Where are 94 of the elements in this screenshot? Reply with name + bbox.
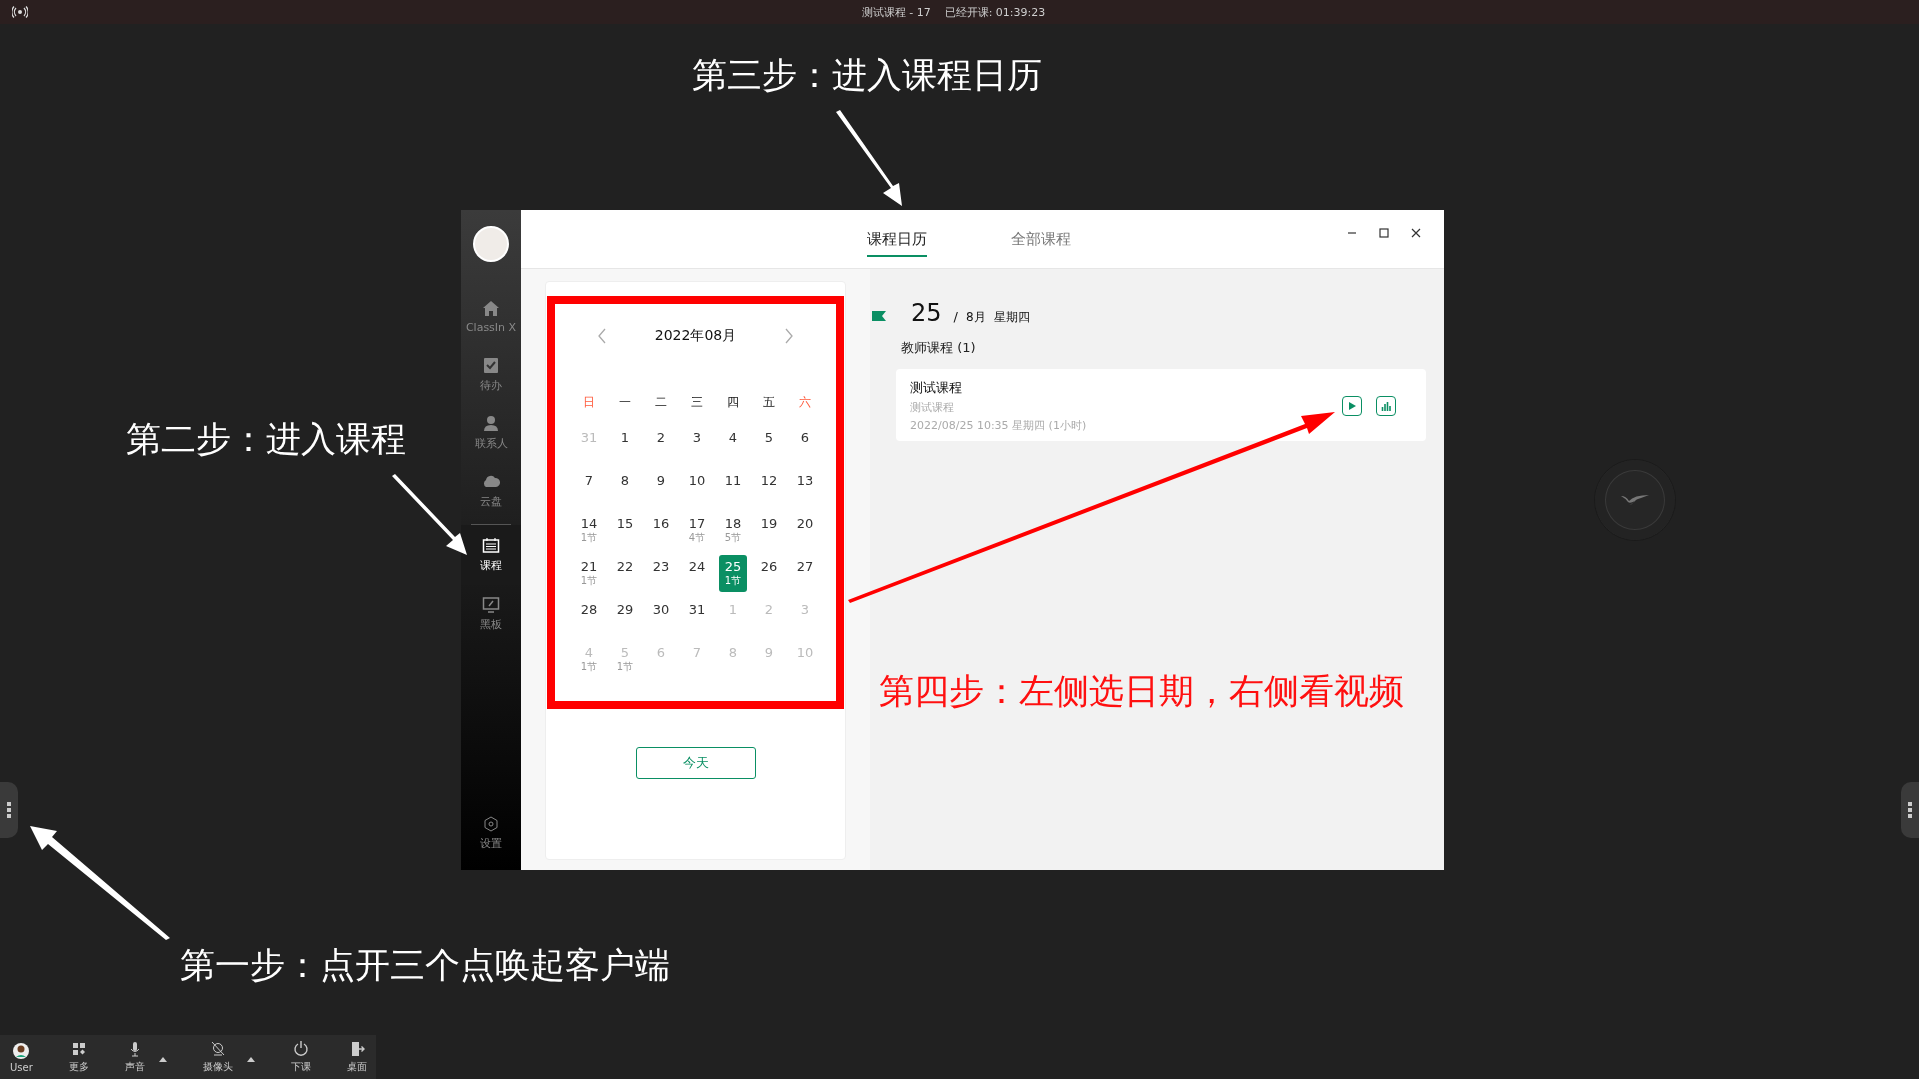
toolbar-button[interactable]: 桌面 xyxy=(346,1040,367,1074)
date-cell[interactable]: 18 5节 xyxy=(719,512,747,549)
checklist-icon xyxy=(482,357,500,374)
date-cell[interactable]: 8 xyxy=(611,469,639,506)
date-cell[interactable]: 15 xyxy=(611,512,639,549)
date-separator: / xyxy=(953,309,958,324)
weekday-label: 一 xyxy=(618,394,632,411)
caret-up-icon[interactable] xyxy=(246,1056,255,1062)
month-label: 2022年08月 xyxy=(654,327,737,345)
stats-button[interactable] xyxy=(1376,396,1396,416)
date-cell[interactable]: 22 xyxy=(611,555,639,592)
caret-up-icon[interactable] xyxy=(158,1056,167,1062)
date-cell[interactable]: 30 xyxy=(647,598,675,635)
date-cell[interactable]: 27 xyxy=(791,555,819,592)
date-cell[interactable]: 7 xyxy=(575,469,603,506)
maximize-icon[interactable] xyxy=(1378,227,1390,239)
date-weekday: 星期四 xyxy=(993,309,1030,326)
person-icon xyxy=(482,415,500,432)
date-cell[interactable]: 9 xyxy=(647,469,675,506)
settings-item[interactable]: 设置 xyxy=(461,804,521,862)
toolbar-button[interactable]: User xyxy=(10,1041,33,1073)
date-cell[interactable]: 20 xyxy=(791,512,819,549)
date-cell[interactable]: 29 xyxy=(611,598,639,635)
bird-icon xyxy=(1620,493,1650,507)
side-handle[interactable] xyxy=(1901,782,1919,838)
date-cell[interactable]: 14 1节 xyxy=(575,512,603,549)
date-day: 25 xyxy=(911,299,942,327)
play-button[interactable] xyxy=(1342,396,1362,416)
toolbar-button[interactable]: 更多 xyxy=(68,1040,89,1074)
weekday-label: 六 xyxy=(798,394,812,411)
elapsed-time: 已经开课: 01:39:23 xyxy=(944,4,1046,20)
date-cell[interactable]: 23 xyxy=(647,555,675,592)
sidebar-item[interactable]: 云盘 xyxy=(461,462,521,520)
flag-icon xyxy=(872,311,886,321)
settings-icon xyxy=(483,815,499,832)
weekday-label: 日 xyxy=(582,394,596,411)
board-icon xyxy=(482,596,500,613)
date-cell[interactable]: 13 xyxy=(791,469,819,506)
avatar-icon xyxy=(12,1041,31,1059)
annotation-text: 第三步：进入课程日历 xyxy=(692,54,1042,97)
tab[interactable]: 课程日历 xyxy=(867,221,927,257)
sidebar-item[interactable]: 待办 xyxy=(461,346,521,404)
date-cell[interactable]: 17 4节 xyxy=(683,512,711,549)
course-subtitle: 测试课程 xyxy=(910,400,955,415)
date-cell[interactable]: 24 xyxy=(683,555,711,592)
power-icon xyxy=(291,1040,310,1057)
annotation-text: 第一步：点开三个点唤起客户端 xyxy=(180,944,670,987)
sidebar-item[interactable]: ClassIn X xyxy=(461,288,521,346)
weekday-label: 五 xyxy=(762,394,776,411)
date-cell[interactable]: 2 xyxy=(647,426,675,463)
date-cell[interactable]: 26 xyxy=(755,555,783,592)
dots-icon xyxy=(7,802,11,818)
date-cell[interactable]: 31 xyxy=(683,598,711,635)
date-cell[interactable]: 3 xyxy=(683,426,711,463)
course-title: 测试课程 - 17 xyxy=(861,4,931,20)
course-card[interactable]: 测试课程 测试课程 2022/08/25 10:35 星期四 (1小时) xyxy=(896,369,1426,441)
date-cell[interactable]: 21 1节 xyxy=(575,555,603,592)
broadcast-icon xyxy=(12,6,28,18)
toolbar-button[interactable]: 声音 xyxy=(124,1040,145,1074)
weekday-label: 二 xyxy=(654,394,668,411)
cloud-icon xyxy=(482,473,500,490)
home-icon xyxy=(482,300,500,317)
avatar[interactable] xyxy=(473,226,509,262)
dots-icon xyxy=(1908,802,1912,818)
sidebar-item[interactable]: 联系人 xyxy=(461,404,521,462)
date-cell[interactable]: 25 1节 xyxy=(719,555,747,592)
weekday-label: 三 xyxy=(690,394,704,411)
toolbar-button[interactable]: 摄像头 xyxy=(202,1040,233,1074)
date-month: 8月 xyxy=(965,309,986,326)
side-handle[interactable] xyxy=(0,782,18,838)
date-cell[interactable]: 19 xyxy=(755,512,783,549)
sidebar-item[interactable]: 黑板 xyxy=(461,585,521,643)
date-cell[interactable]: 11 xyxy=(719,469,747,506)
date-cell[interactable]: 12 xyxy=(755,469,783,506)
date-cell[interactable]: 16 xyxy=(647,512,675,549)
today-button[interactable]: 今天 xyxy=(635,747,756,779)
play-icon xyxy=(1347,401,1357,411)
tab[interactable]: 全部课程 xyxy=(1011,221,1071,257)
annotation-text: 第四步：左侧选日期，右侧看视频 xyxy=(879,670,1404,713)
date-cell[interactable]: 6 xyxy=(791,426,819,463)
date-cell[interactable]: 5 xyxy=(755,426,783,463)
close-icon[interactable] xyxy=(1410,227,1422,239)
toolbar-button[interactable]: 下课 xyxy=(290,1040,311,1074)
date-cell[interactable]: 4 xyxy=(719,426,747,463)
weekday-label: 四 xyxy=(726,394,740,411)
bar-chart-icon xyxy=(1381,401,1391,411)
date-cell[interactable]: 10 xyxy=(683,469,711,506)
date-cell[interactable]: 1 xyxy=(611,426,639,463)
course-time: 2022/08/25 10:35 星期四 (1小时) xyxy=(910,418,1088,433)
calendar-icon xyxy=(482,537,500,554)
course-title: 测试课程 xyxy=(910,379,963,397)
section-title: 教师课程 (1) xyxy=(901,339,977,357)
annotation-text: 第二步：进入课程 xyxy=(126,418,406,461)
date-cell[interactable]: 28 xyxy=(575,598,603,635)
